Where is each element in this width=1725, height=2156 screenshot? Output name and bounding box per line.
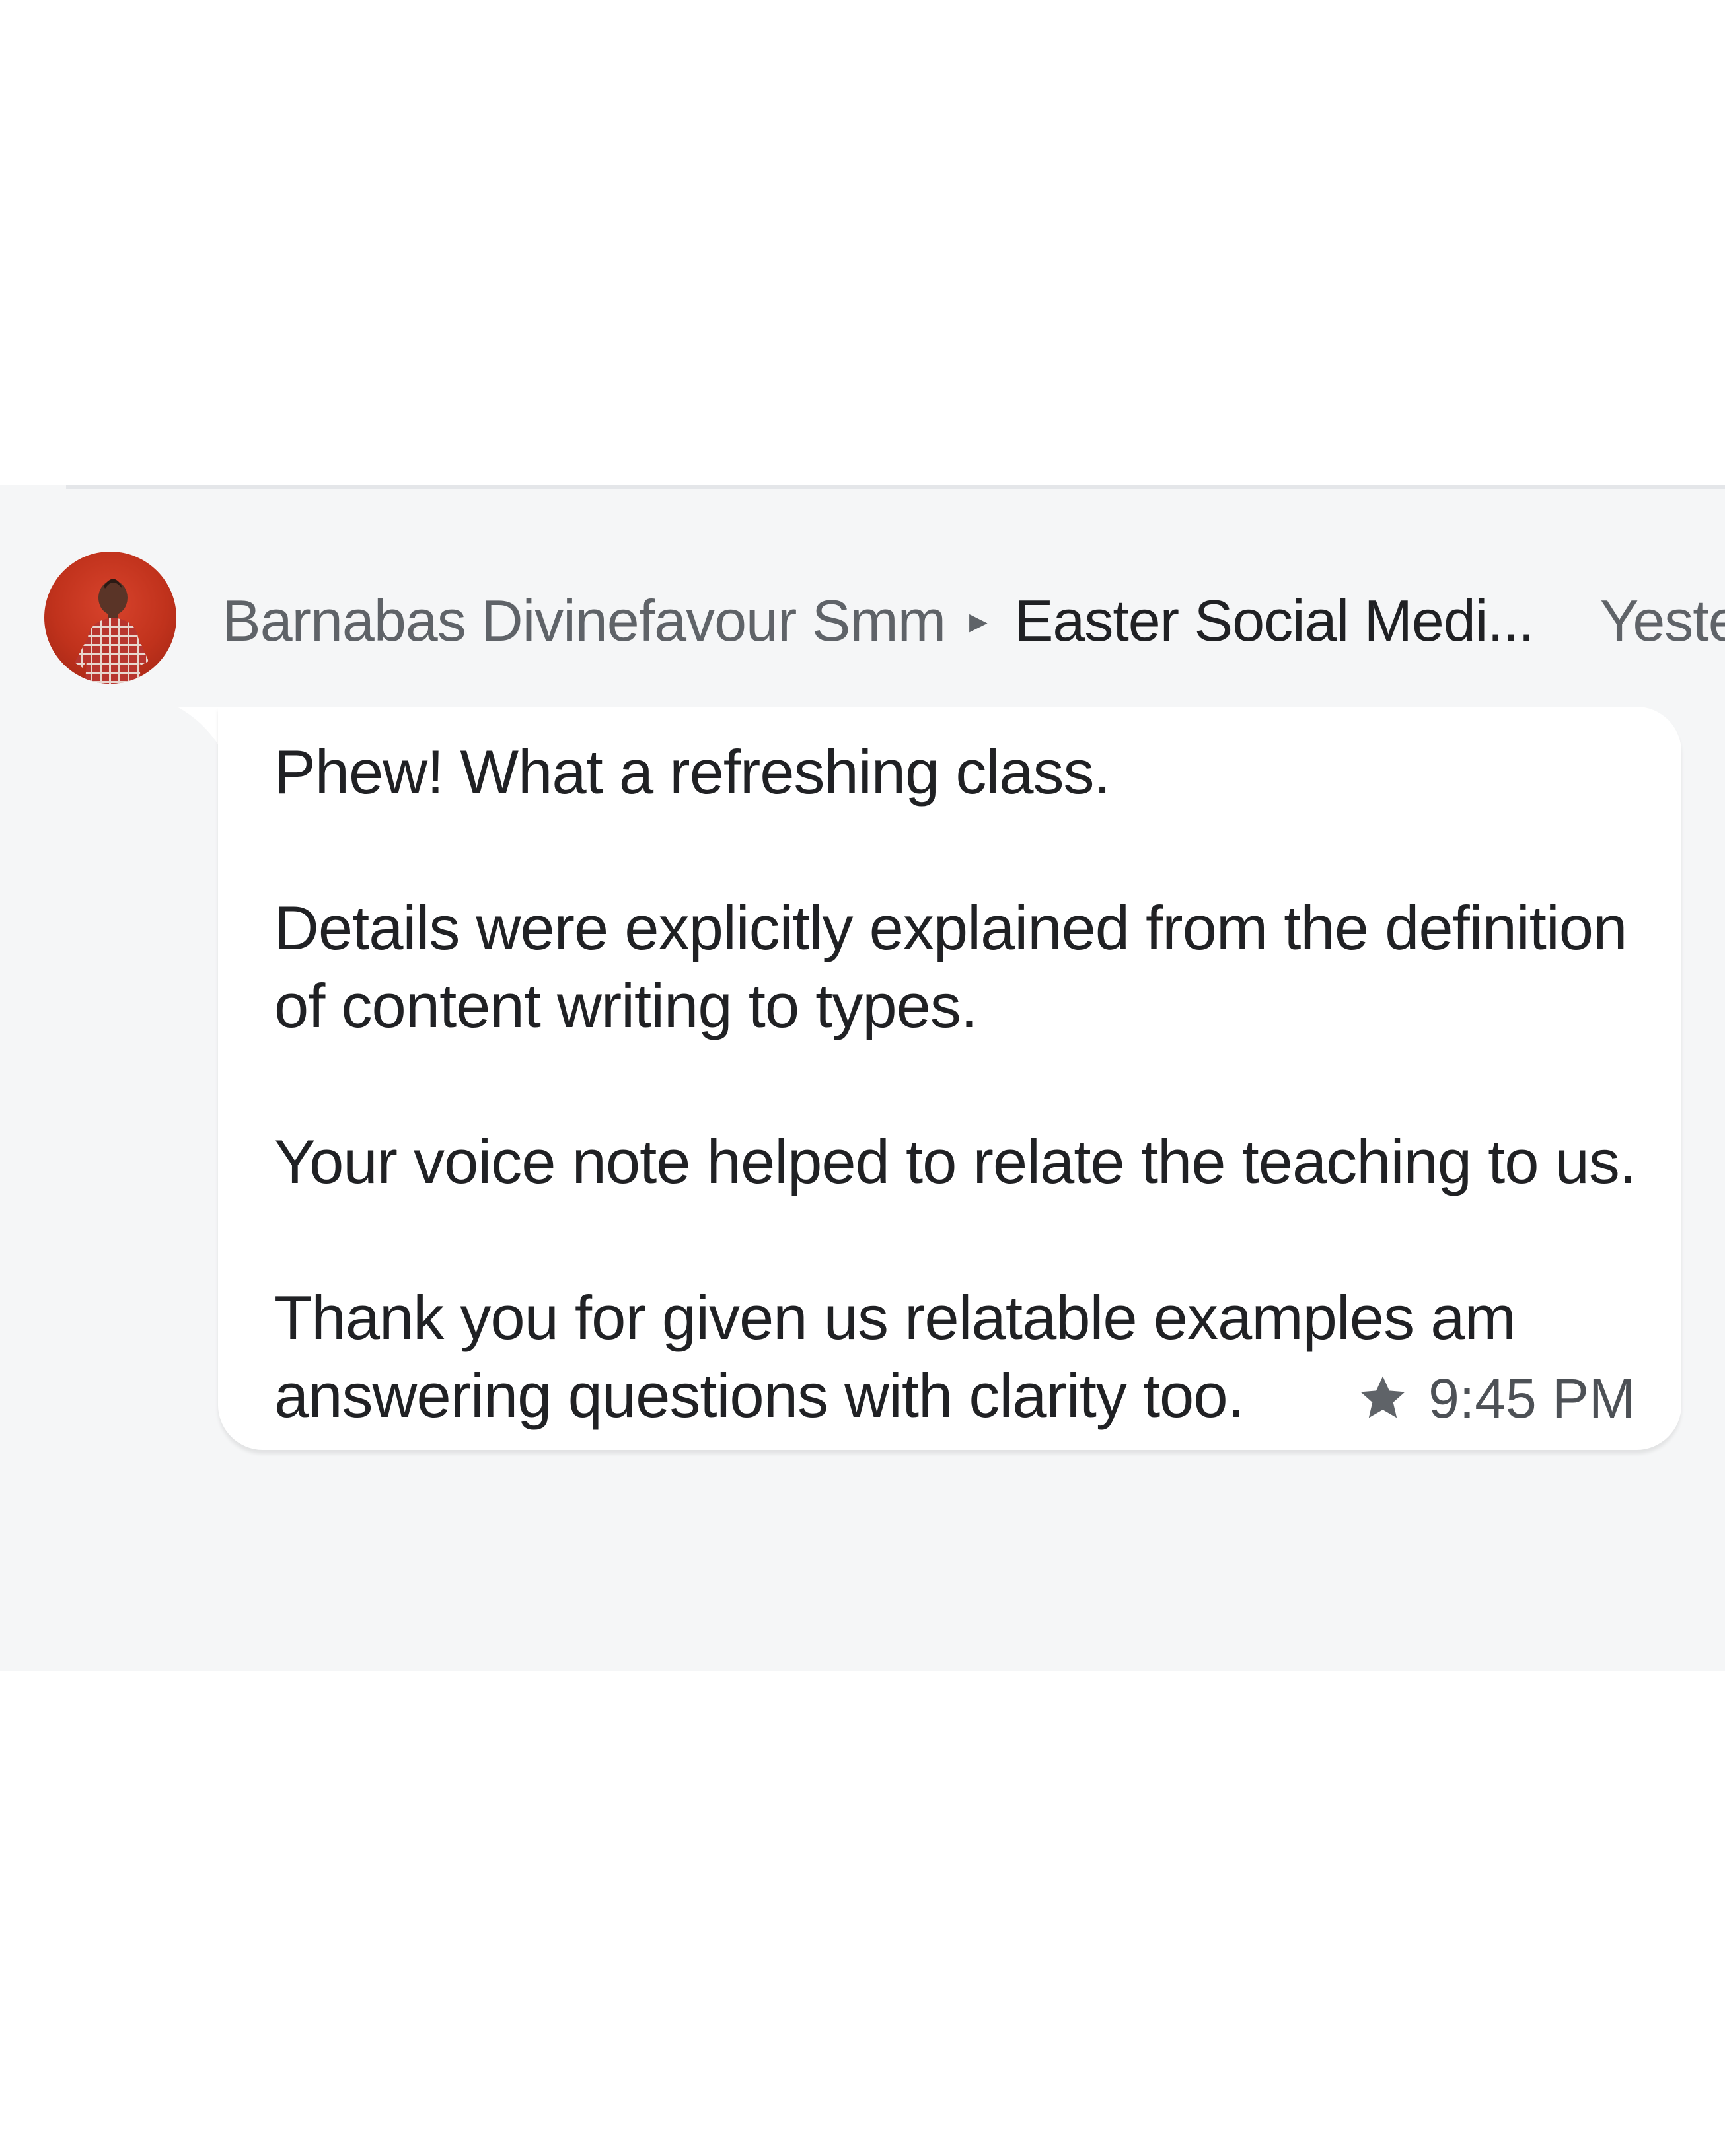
divider — [66, 485, 1725, 489]
message-bubble[interactable]: Phew! What a refreshing class. Details w… — [218, 707, 1681, 1450]
message-paragraph: Details were explicitly explained from t… — [274, 893, 1627, 1040]
star-icon[interactable] — [1356, 1371, 1410, 1425]
right-triangle-icon: ▶ — [969, 607, 988, 635]
channel-name[interactable]: Easter Social Medi... — [1015, 588, 1535, 653]
message-paragraph: Phew! What a refreshing class. — [274, 737, 1111, 807]
message-meta: 9:45 PM — [1356, 1365, 1635, 1431]
sender-name[interactable]: Barnabas Divinefavour Smm — [222, 588, 946, 653]
message-body: Phew! What a refreshing class. Details w… — [274, 733, 1648, 1435]
avatar[interactable] — [44, 552, 176, 684]
person-photo-icon — [75, 579, 149, 684]
message-paragraph: Your voice note helped to relate the tea… — [274, 1127, 1636, 1196]
message-time: 9:45 PM — [1428, 1367, 1635, 1429]
header-timestamp: Yeste — [1599, 588, 1725, 653]
message-panel: Barnabas Divinefavour Smm ▶ Easter Social … — [0, 485, 1725, 1671]
message-header: Barnabas Divinefavour Smm ▶ Easter Social … — [222, 585, 1725, 657]
